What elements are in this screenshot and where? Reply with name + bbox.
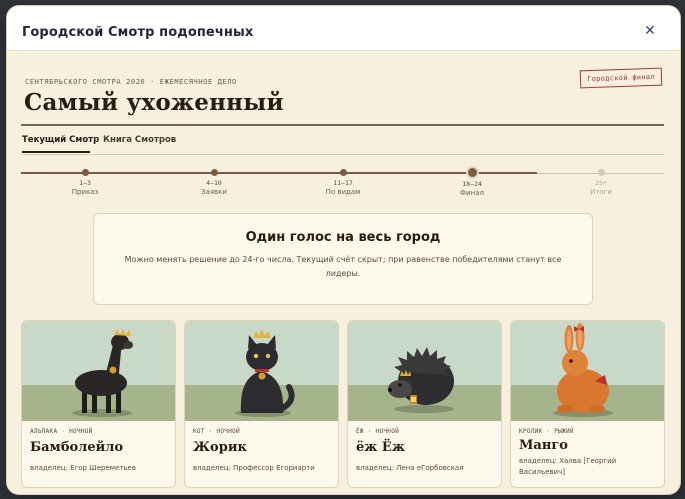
pet-scene	[348, 321, 501, 421]
alpaca-with-crown-icon	[72, 329, 133, 417]
finalist-card-rabbit[interactable]: Кролик · рыжий Манго владелец: Халва [Ге…	[510, 320, 665, 488]
contest-timeline: 1–3 Приказ 4–10 Заявки 11–17 По видам 18…	[21, 167, 664, 207]
pet-owner: владелец: Халва [Георгий Васильевич]	[519, 457, 617, 476]
step-range: 18–24	[462, 180, 482, 188]
pet-name: Жорик	[193, 440, 247, 455]
pet-meta: Кот · ночной	[193, 428, 240, 435]
pet-meta: Альпака · ночной	[30, 428, 93, 435]
pet-scene	[185, 321, 338, 421]
pet-name: Манго	[519, 438, 568, 453]
pet-owner: владелец: Егор Шереметьев	[30, 464, 136, 472]
cat-with-crown-icon	[235, 329, 295, 417]
finalist-card-hedgehog[interactable]: Ёж · ночной ёж Ёж владелец: Лена еГорбов…	[347, 320, 502, 488]
pet-meta: Кролик · рыжий	[519, 428, 574, 435]
timeline-step-order: 1–3 Приказ	[45, 167, 125, 196]
modal-content: Сентябрьского смотра 2026 · ежемесячное …	[7, 51, 680, 494]
finalist-card-alpaca[interactable]: Альпака · ночной Бамболейло владелец: Ег…	[21, 320, 176, 488]
step-dot-icon	[210, 169, 218, 176]
close-icon[interactable]: ✕	[642, 23, 658, 39]
step-dot-icon	[339, 169, 347, 176]
tab-contest-book[interactable]: Книга Смотров	[103, 135, 176, 145]
pet-name: ёж Ёж	[356, 440, 405, 455]
voting-info-title: Один голос на весь город	[245, 230, 441, 245]
step-future-dot-icon	[597, 169, 605, 176]
step-range: 1–3	[79, 179, 91, 187]
modal-header: Городской Смотр подопечных ✕	[7, 6, 680, 51]
pet-meta: Ёж · ночной	[356, 428, 400, 435]
pet-scene	[511, 321, 664, 421]
step-label: По видам	[325, 188, 361, 196]
pet-contest-modal: Городской Смотр подопечных ✕ Сентябрьско…	[7, 6, 680, 494]
pet-owner: владелец: Профессор Егориарти	[193, 464, 315, 472]
tabs-divider	[21, 154, 664, 155]
rabbit-with-bow-icon	[553, 323, 613, 417]
voting-info-card: Один голос на весь город Можно менять ре…	[93, 213, 593, 305]
step-range: 4–10	[206, 179, 222, 187]
timeline-step-results: 25+ Итоги	[561, 167, 641, 196]
contest-kicker: Сентябрьского смотра 2026 · ежемесячное …	[25, 78, 237, 86]
finalist-card-cat[interactable]: Кот · ночной Жорик владелец: Профессор Е…	[184, 320, 339, 488]
pet-owner: владелец: Лена еГорбовская	[356, 464, 464, 472]
step-dot-icon	[81, 169, 89, 176]
pet-name: Бамболейло	[30, 440, 124, 455]
step-label: Заявки	[201, 188, 227, 196]
page-title: Самый ухоженный	[24, 89, 284, 116]
step-range: 11–17	[333, 179, 353, 187]
voting-info-text: Можно менять решение до 24-го числа. Тек…	[124, 255, 562, 278]
step-range: 25+	[595, 179, 607, 187]
step-label: Итоги	[590, 188, 612, 196]
active-tab-indicator	[22, 151, 90, 153]
title-divider	[21, 124, 664, 126]
tab-current-contest[interactable]: Текущий Смотр	[22, 135, 99, 145]
timeline-step-applications: 4–10 Заявки	[174, 167, 254, 196]
finalist-cards: Альпака · ночной Бамболейло владелец: Ег…	[21, 320, 666, 488]
timeline-step-by-species: 11–17 По видам	[303, 167, 383, 196]
step-current-dot-icon	[467, 168, 477, 177]
pet-scene	[22, 321, 175, 421]
hedgehog-with-crown-icon	[388, 347, 454, 413]
final-stamp: Городской финал	[579, 67, 663, 89]
step-label: Финал	[460, 189, 484, 197]
step-label: Приказ	[71, 188, 99, 196]
modal-title: Городской Смотр подопечных	[22, 25, 254, 40]
timeline-step-final: 18–24 Финал	[432, 167, 512, 197]
